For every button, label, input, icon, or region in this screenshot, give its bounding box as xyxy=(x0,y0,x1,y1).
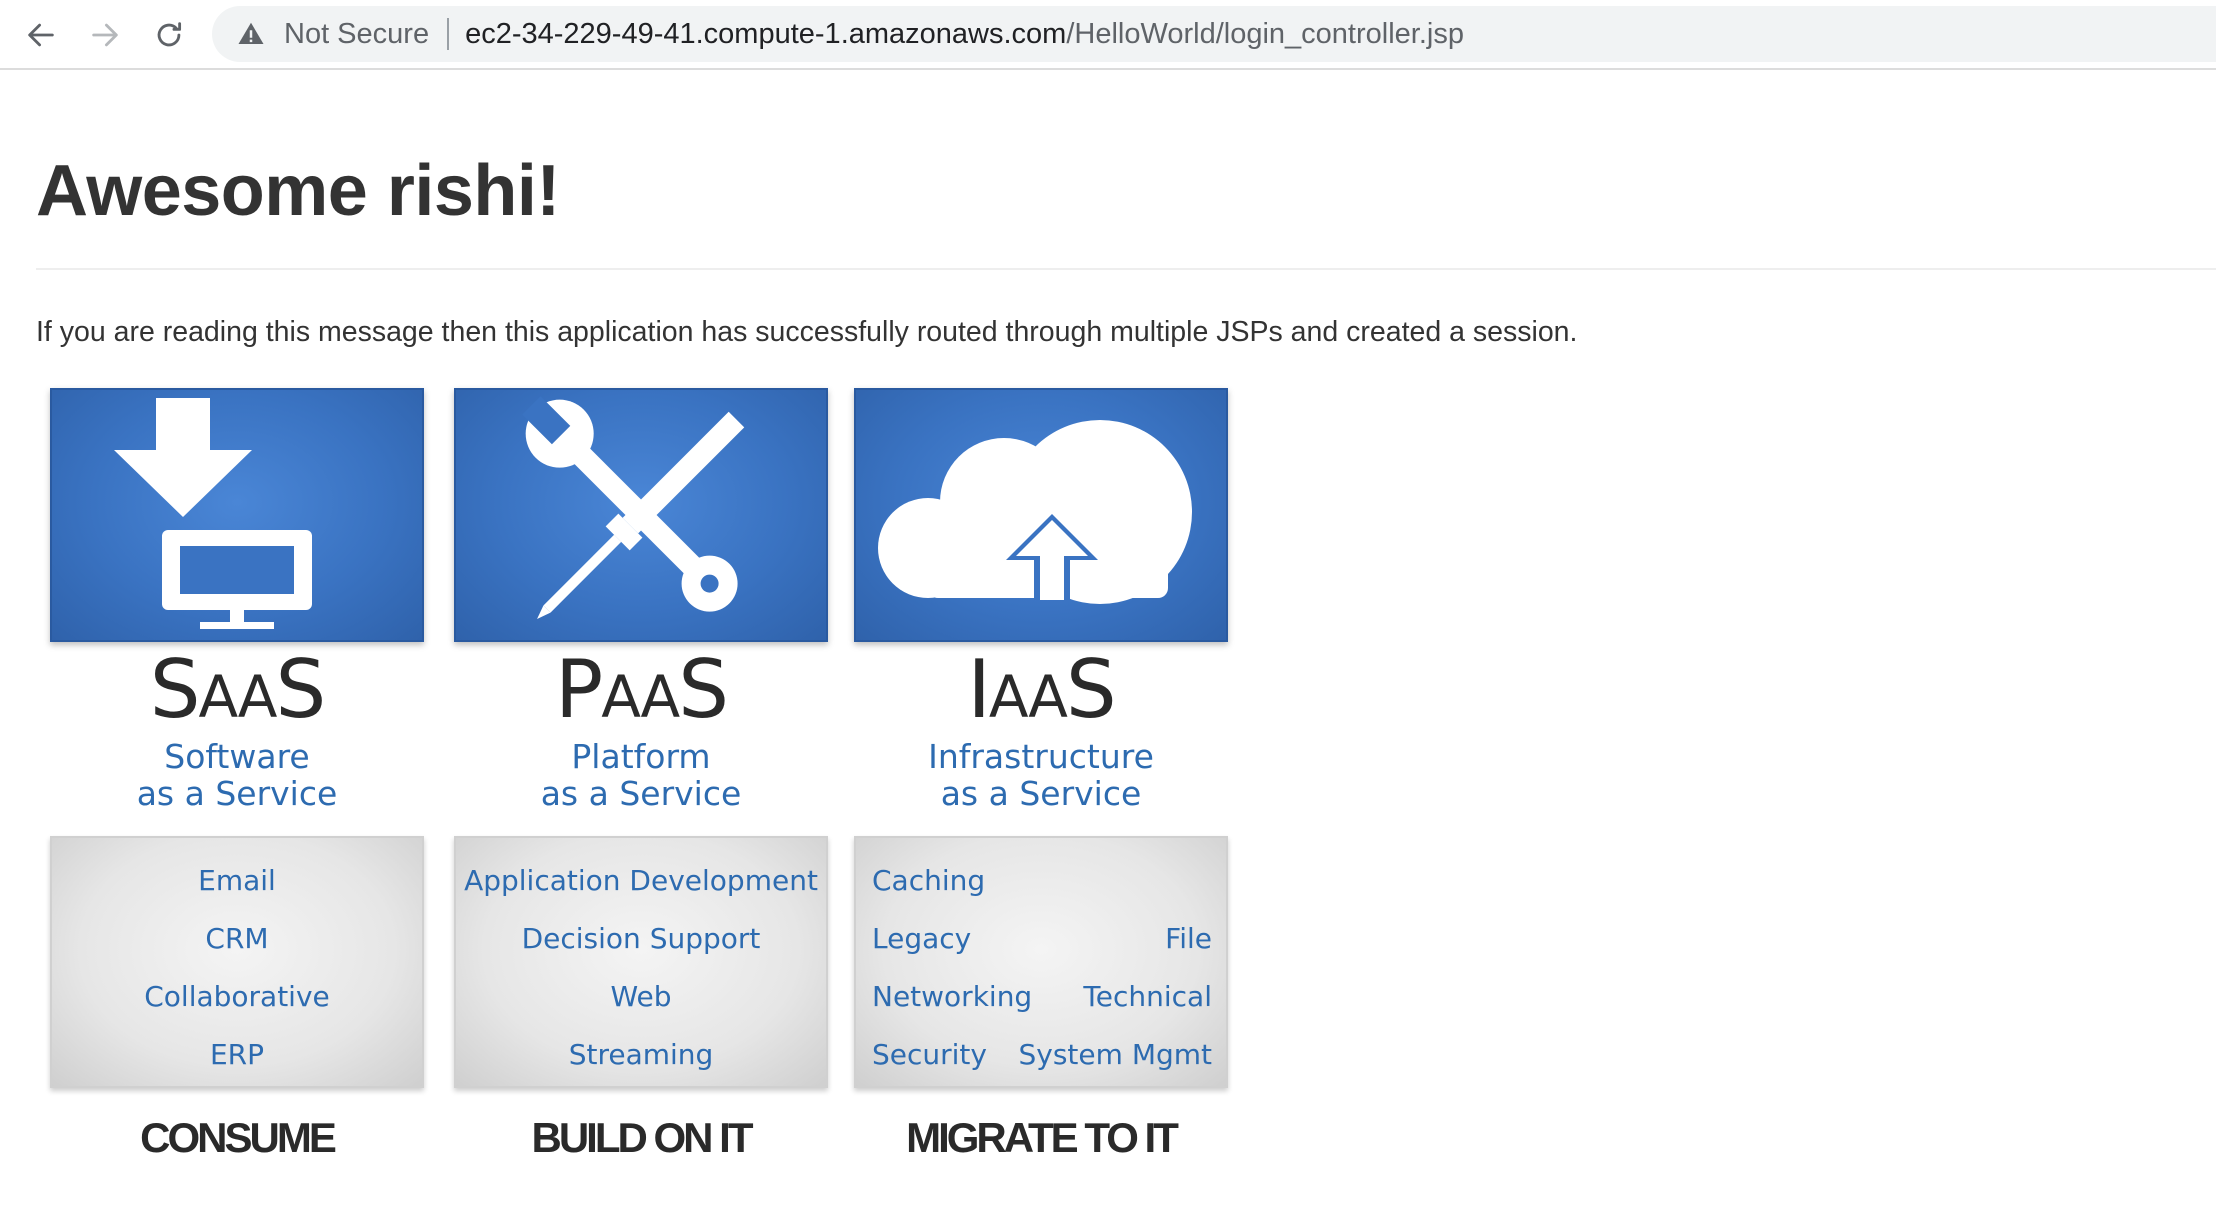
page-title: Awesome rishi! xyxy=(36,151,560,231)
warning-icon xyxy=(236,19,266,49)
list-item: Collaborative xyxy=(144,980,330,1013)
grid-row: Networking Technical xyxy=(856,968,1226,1026)
address-divider xyxy=(447,18,450,50)
reload-icon xyxy=(157,22,182,47)
saas-abbreviation: SAAS xyxy=(149,643,327,736)
paas-tile xyxy=(454,388,828,642)
iaas-panel: Caching Legacy File Networking Technical… xyxy=(854,836,1228,1088)
saas-action-label: CONSUME xyxy=(140,1114,337,1161)
cloud-upload-icon xyxy=(878,420,1192,604)
iaas-action-label: MIGRATE TO IT xyxy=(906,1114,1179,1161)
grid-item: System Mgmt xyxy=(1018,1038,1213,1071)
grid-item: Caching xyxy=(872,864,986,897)
list-item: Web xyxy=(610,980,672,1013)
reload-button[interactable] xyxy=(146,12,192,58)
list-item: Email xyxy=(198,864,276,897)
saas-tile xyxy=(50,388,424,642)
grid-item: Technical xyxy=(1083,980,1212,1013)
arrow-left-icon xyxy=(28,23,54,47)
saas-name: Software as a Service xyxy=(136,737,338,813)
grid-item: Legacy xyxy=(872,922,972,955)
download-monitor-icon xyxy=(114,398,312,629)
url-path: /HelloWorld/login_controller.jsp xyxy=(1066,17,1464,50)
grid-item: Networking xyxy=(872,980,1033,1013)
saas-panel: Email CRM Collaborative ERP xyxy=(50,836,424,1088)
grid-row: Legacy File xyxy=(856,910,1226,968)
paas-action-label: BUILD ON IT xyxy=(531,1114,754,1161)
grid-row: Caching xyxy=(856,852,1226,910)
session-message: If you are reading this message then thi… xyxy=(36,316,1578,348)
arrow-right-icon xyxy=(92,23,118,47)
iaas-name: Infrastructure as a Service xyxy=(928,737,1154,813)
paas-name: Platform as a Service xyxy=(540,737,742,813)
paas-panel: Application Development Decision Support… xyxy=(454,836,828,1088)
list-item: Decision Support xyxy=(521,922,761,955)
list-item: Application Development xyxy=(464,864,818,897)
paas-abbreviation: PAAS xyxy=(555,643,729,736)
forward-button[interactable] xyxy=(82,12,128,58)
iaas-tile xyxy=(854,388,1228,642)
grid-item: Security xyxy=(872,1038,987,1071)
url-host: ec2-34-229-49-41.compute-1.amazonaws.com xyxy=(465,17,1067,50)
wrench-screwdriver-icon xyxy=(522,396,745,619)
iaas-abbreviation: IAAS xyxy=(967,643,1116,736)
list-item: CRM xyxy=(205,922,269,955)
grid-item: File xyxy=(1165,922,1212,955)
list-item: ERP xyxy=(209,1038,265,1071)
title-divider xyxy=(36,268,2216,270)
grid-row: Security System Mgmt xyxy=(856,1026,1226,1084)
back-button[interactable] xyxy=(18,12,64,58)
browser-toolbar: Not Secure ec2-34-229-49-41.compute-1.am… xyxy=(0,0,2216,70)
security-label[interactable]: Not Secure xyxy=(284,18,429,51)
list-item: Streaming xyxy=(568,1038,714,1071)
address-bar[interactable]: Not Secure ec2-34-229-49-41.compute-1.am… xyxy=(212,6,2216,62)
